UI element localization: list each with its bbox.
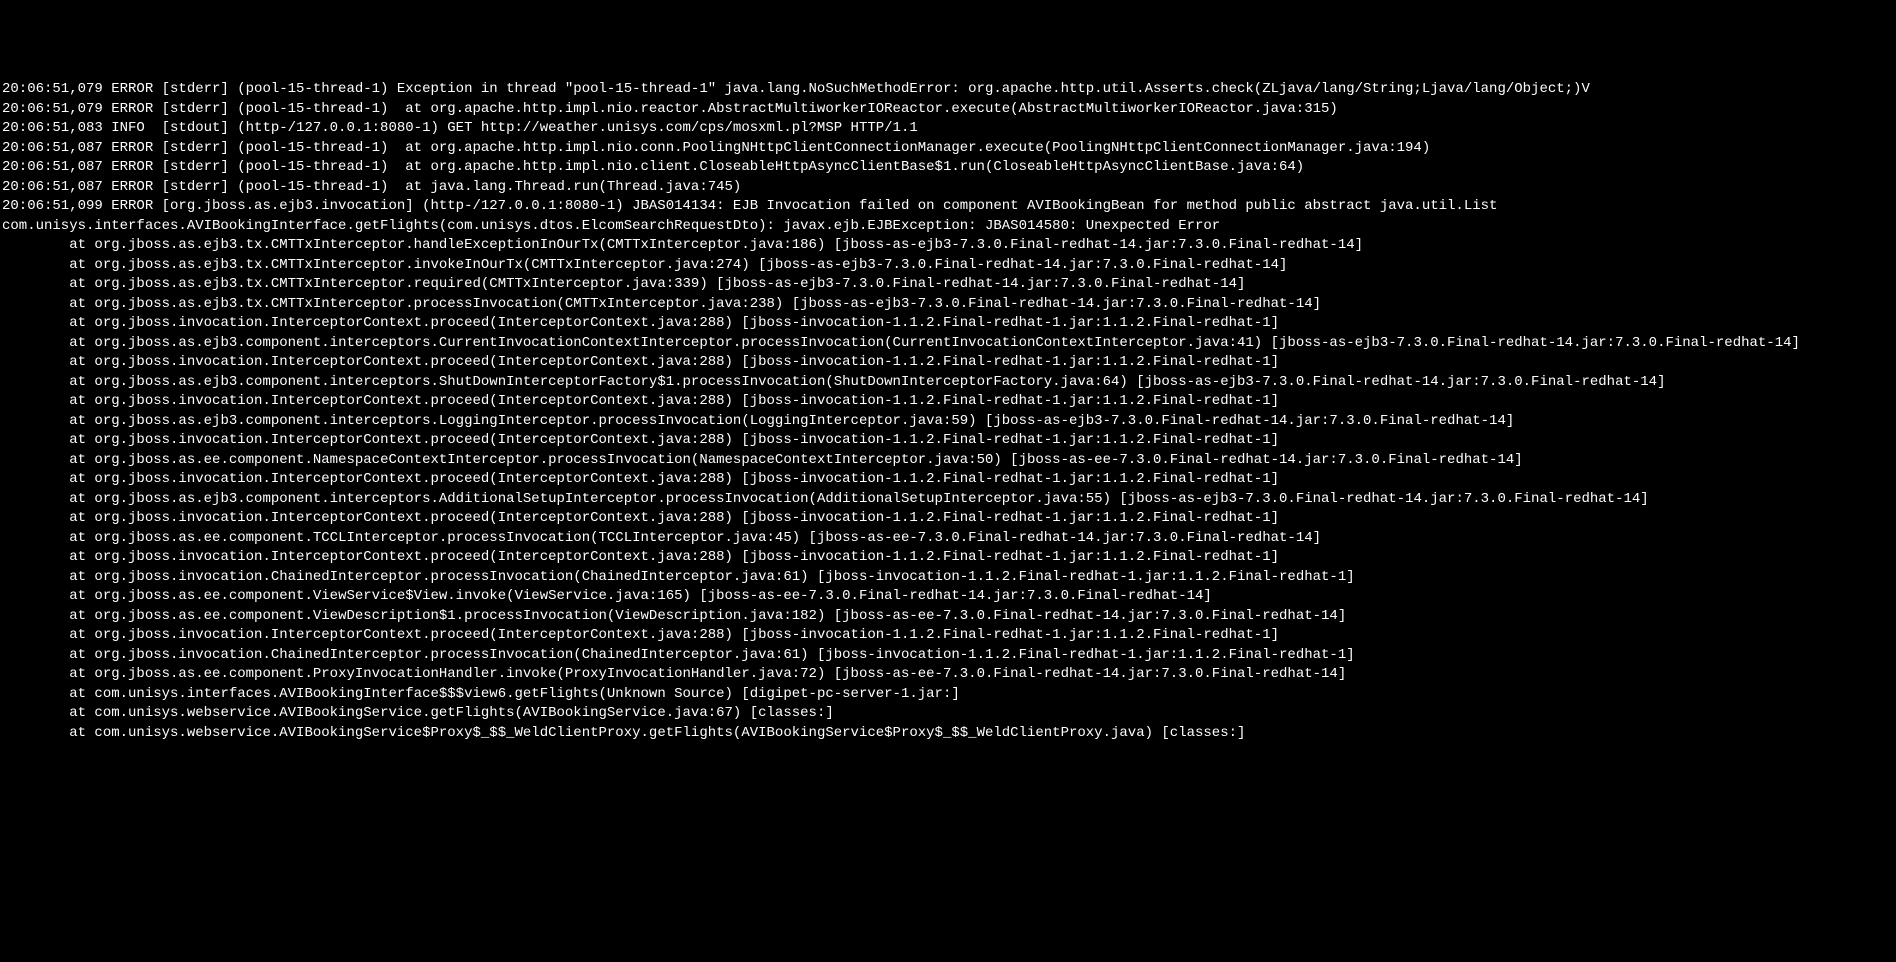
log-line: at org.jboss.as.ejb3.component.intercept… bbox=[2, 334, 1896, 354]
log-line: at org.jboss.as.ee.component.ProxyInvoca… bbox=[2, 665, 1896, 685]
log-line: at org.jboss.invocation.InterceptorConte… bbox=[2, 314, 1896, 334]
log-line: at org.jboss.invocation.InterceptorConte… bbox=[2, 626, 1896, 646]
log-line: at org.jboss.invocation.InterceptorConte… bbox=[2, 509, 1896, 529]
log-line: 20:06:51,087 ERROR [stderr] (pool-15-thr… bbox=[2, 158, 1896, 178]
log-line: at org.jboss.as.ejb3.tx.CMTTxInterceptor… bbox=[2, 256, 1896, 276]
log-line: at com.unisys.interfaces.AVIBookingInter… bbox=[2, 685, 1896, 705]
log-line: at org.jboss.invocation.ChainedIntercept… bbox=[2, 646, 1896, 666]
log-line: 20:06:51,087 ERROR [stderr] (pool-15-thr… bbox=[2, 178, 1896, 198]
log-line: at org.jboss.as.ejb3.tx.CMTTxInterceptor… bbox=[2, 275, 1896, 295]
terminal-log-output[interactable]: 20:06:51,079 ERROR [stderr] (pool-15-thr… bbox=[2, 80, 1896, 743]
log-line: at org.jboss.as.ejb3.tx.CMTTxInterceptor… bbox=[2, 295, 1896, 315]
log-line: at com.unisys.webservice.AVIBookingServi… bbox=[2, 704, 1896, 724]
log-line: 20:06:51,079 ERROR [stderr] (pool-15-thr… bbox=[2, 80, 1896, 100]
log-line: at org.jboss.invocation.InterceptorConte… bbox=[2, 470, 1896, 490]
log-line: 20:06:51,099 ERROR [org.jboss.as.ejb3.in… bbox=[2, 197, 1896, 236]
log-line: at org.jboss.invocation.InterceptorConte… bbox=[2, 548, 1896, 568]
log-line: at org.jboss.invocation.InterceptorConte… bbox=[2, 431, 1896, 451]
log-line: at org.jboss.as.ejb3.tx.CMTTxInterceptor… bbox=[2, 236, 1896, 256]
log-line: at org.jboss.invocation.InterceptorConte… bbox=[2, 392, 1896, 412]
log-line: at org.jboss.as.ee.component.ViewDescrip… bbox=[2, 607, 1896, 627]
log-line: at org.jboss.as.ee.component.NamespaceCo… bbox=[2, 451, 1896, 471]
log-line: 20:06:51,083 INFO [stdout] (http-/127.0.… bbox=[2, 119, 1896, 139]
log-line: at org.jboss.as.ejb3.component.intercept… bbox=[2, 412, 1896, 432]
log-line: at org.jboss.invocation.ChainedIntercept… bbox=[2, 568, 1896, 588]
log-line: at org.jboss.as.ee.component.TCCLInterce… bbox=[2, 529, 1896, 549]
log-line: 20:06:51,079 ERROR [stderr] (pool-15-thr… bbox=[2, 100, 1896, 120]
log-line: at org.jboss.as.ee.component.ViewService… bbox=[2, 587, 1896, 607]
log-line: 20:06:51,087 ERROR [stderr] (pool-15-thr… bbox=[2, 139, 1896, 159]
log-line: at com.unisys.webservice.AVIBookingServi… bbox=[2, 724, 1896, 744]
log-line: at org.jboss.as.ejb3.component.intercept… bbox=[2, 373, 1896, 393]
log-line: at org.jboss.as.ejb3.component.intercept… bbox=[2, 490, 1896, 510]
log-line: at org.jboss.invocation.InterceptorConte… bbox=[2, 353, 1896, 373]
